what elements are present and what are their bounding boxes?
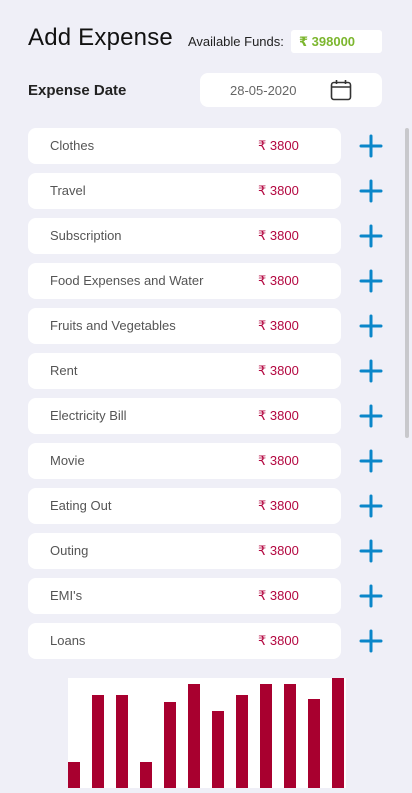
expense-row: Clothes ₹ 3800 xyxy=(0,128,412,164)
expense-category-name: Outing xyxy=(50,543,89,558)
expense-card[interactable]: Food Expenses and Water ₹ 3800 xyxy=(28,263,341,299)
expense-amount: ₹ 3800 xyxy=(258,273,299,288)
expense-category-name: Food Expenses and Water xyxy=(50,273,204,288)
expense-row: Subscription ₹ 3800 xyxy=(0,218,412,254)
plus-icon[interactable] xyxy=(359,629,383,653)
expense-amount: ₹ 3800 xyxy=(258,498,299,513)
expense-category-name: Fruits and Vegetables xyxy=(50,318,176,333)
expense-amount: ₹ 3800 xyxy=(258,633,299,648)
expense-amount: ₹ 3800 xyxy=(258,363,299,378)
chart-bar xyxy=(212,711,224,788)
expense-bar-chart xyxy=(68,678,344,788)
expense-amount: ₹ 3800 xyxy=(258,183,299,198)
expense-card[interactable]: Electricity Bill ₹ 3800 xyxy=(28,398,341,434)
expense-row: Outing ₹ 3800 xyxy=(0,533,412,569)
chart-bar xyxy=(332,678,344,788)
expense-card[interactable]: Movie ₹ 3800 xyxy=(28,443,341,479)
expense-category-name: Eating Out xyxy=(50,498,112,513)
expense-category-name: EMI's xyxy=(50,588,83,603)
chart-bar xyxy=(164,702,176,788)
plus-icon[interactable] xyxy=(359,584,383,608)
expense-row: Eating Out ₹ 3800 xyxy=(0,488,412,524)
chart-bar xyxy=(188,684,200,788)
expense-card[interactable]: Outing ₹ 3800 xyxy=(28,533,341,569)
expense-card[interactable]: Eating Out ₹ 3800 xyxy=(28,488,341,524)
expense-card[interactable]: Loans ₹ 3800 xyxy=(28,623,341,659)
chart-bar xyxy=(92,695,104,788)
plus-icon[interactable] xyxy=(359,224,383,248)
expense-amount: ₹ 3800 xyxy=(258,543,299,558)
expense-date-label: Expense Date xyxy=(28,82,127,99)
plus-icon[interactable] xyxy=(359,134,383,158)
chart-bar xyxy=(140,762,152,788)
chart-bar xyxy=(116,695,128,788)
scrollbar[interactable] xyxy=(405,128,411,788)
expense-row: Food Expenses and Water ₹ 3800 xyxy=(0,263,412,299)
plus-icon[interactable] xyxy=(359,269,383,293)
available-funds-value: ₹ 398000 xyxy=(291,30,382,53)
expense-card[interactable]: Subscription ₹ 3800 xyxy=(28,218,341,254)
expense-amount: ₹ 3800 xyxy=(258,588,299,603)
expense-amount: ₹ 3800 xyxy=(258,138,299,153)
expense-row: EMI's ₹ 3800 xyxy=(0,578,412,614)
page-title: Add Expense xyxy=(28,24,173,51)
expense-row: Rent ₹ 3800 xyxy=(0,353,412,389)
plus-icon[interactable] xyxy=(359,494,383,518)
plus-icon[interactable] xyxy=(359,404,383,428)
expense-category-name: Electricity Bill xyxy=(50,408,127,423)
expense-category-name: Loans xyxy=(50,633,86,648)
expense-row: Fruits and Vegetables ₹ 3800 xyxy=(0,308,412,344)
expense-row: Movie ₹ 3800 xyxy=(0,443,412,479)
expense-date-value: 28-05-2020 xyxy=(230,83,297,98)
expense-category-name: Rent xyxy=(50,363,78,378)
expense-category-name: Clothes xyxy=(50,138,95,153)
chart-bar xyxy=(284,684,296,788)
expense-row: Electricity Bill ₹ 3800 xyxy=(0,398,412,434)
expense-date-field[interactable]: 28-05-2020 xyxy=(200,73,382,107)
scrollbar-thumb[interactable] xyxy=(405,128,409,438)
calendar-icon[interactable] xyxy=(330,79,352,101)
chart-bar xyxy=(260,684,272,788)
expense-card[interactable]: Rent ₹ 3800 xyxy=(28,353,341,389)
expense-amount: ₹ 3800 xyxy=(258,453,299,468)
expense-category-name: Subscription xyxy=(50,228,122,243)
plus-icon[interactable] xyxy=(359,359,383,383)
expense-card[interactable]: EMI's ₹ 3800 xyxy=(28,578,341,614)
expense-chart xyxy=(68,678,346,788)
plus-icon[interactable] xyxy=(359,449,383,473)
expense-amount: ₹ 3800 xyxy=(258,318,299,333)
expense-amount: ₹ 3800 xyxy=(258,228,299,243)
expense-card[interactable]: Fruits and Vegetables ₹ 3800 xyxy=(28,308,341,344)
expense-amount: ₹ 3800 xyxy=(258,408,299,423)
expense-category-name: Movie xyxy=(50,453,85,468)
plus-icon[interactable] xyxy=(359,179,383,203)
chart-bar xyxy=(308,699,320,788)
expense-row: Loans ₹ 3800 xyxy=(0,623,412,659)
expense-card[interactable]: Clothes ₹ 3800 xyxy=(28,128,341,164)
expense-row: Travel ₹ 3800 xyxy=(0,173,412,209)
available-funds-label: Available Funds: xyxy=(188,34,284,49)
chart-bar xyxy=(68,762,80,788)
expense-card[interactable]: Travel ₹ 3800 xyxy=(28,173,341,209)
plus-icon[interactable] xyxy=(359,539,383,563)
chart-bar xyxy=(236,695,248,788)
plus-icon[interactable] xyxy=(359,314,383,338)
expense-category-name: Travel xyxy=(50,183,86,198)
